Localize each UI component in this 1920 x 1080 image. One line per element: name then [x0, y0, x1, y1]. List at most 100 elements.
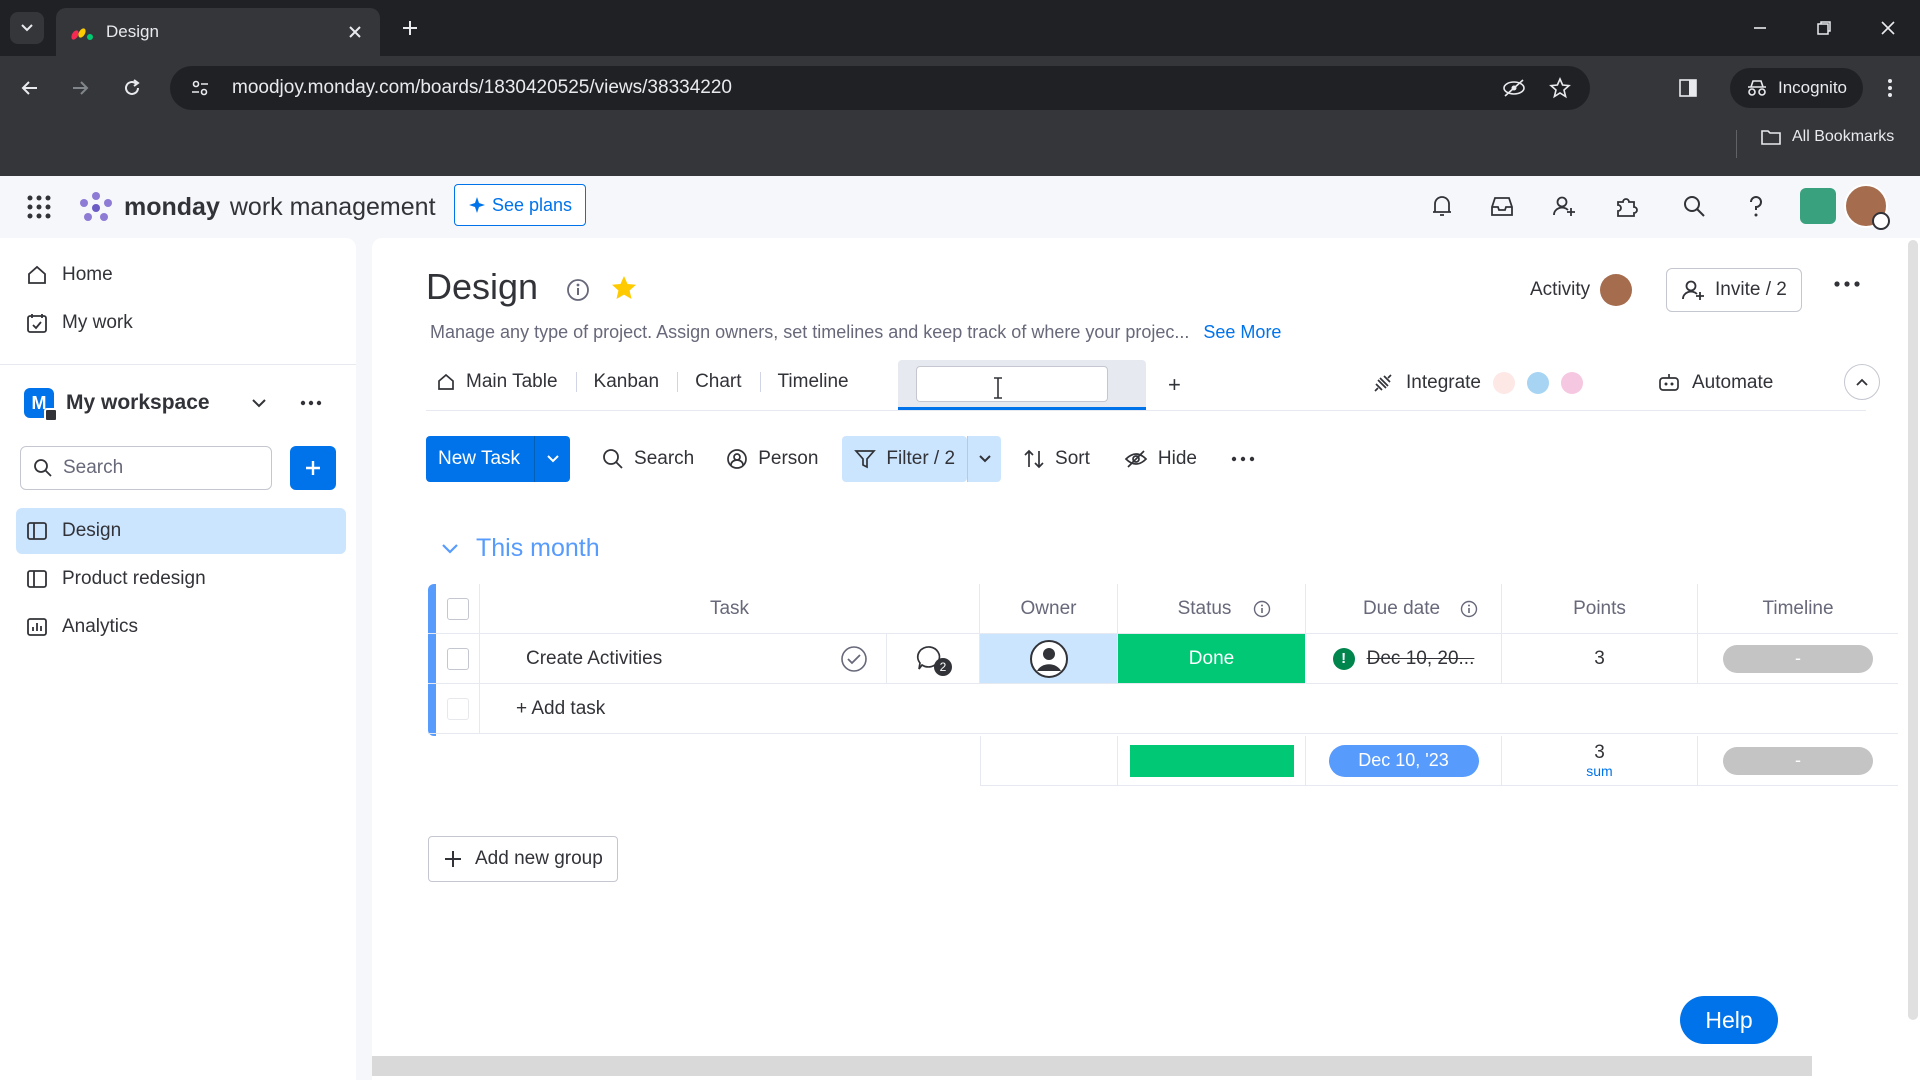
hide-button[interactable]: Hide: [1112, 436, 1209, 482]
chevron-down-icon[interactable]: [250, 394, 268, 412]
all-bookmarks-button[interactable]: All Bookmarks: [1760, 128, 1894, 146]
vertical-scrollbar[interactable]: [1908, 240, 1918, 1020]
more-actions-button[interactable]: [1219, 436, 1267, 482]
summary-timeline-cell[interactable]: -: [1698, 736, 1898, 786]
browser-tab[interactable]: Design: [56, 8, 380, 56]
info-icon[interactable]: [566, 278, 590, 302]
group-header[interactable]: This month: [440, 534, 600, 563]
sidebar-item-my-work[interactable]: My work: [16, 300, 346, 346]
column-header-task[interactable]: Task: [480, 584, 980, 634]
forward-button[interactable]: [62, 70, 98, 106]
minimize-button[interactable]: [1740, 10, 1780, 46]
reload-button[interactable]: [114, 70, 150, 106]
status-cell[interactable]: Done: [1118, 634, 1306, 684]
favorite-star-icon[interactable]: [610, 274, 638, 302]
filter-dropdown[interactable]: [967, 436, 1002, 482]
table-row[interactable]: Create Activities 2 Done ! Dec 10, 20...…: [428, 634, 1898, 684]
info-icon[interactable]: [1460, 600, 1478, 618]
restore-button[interactable]: [1804, 10, 1844, 46]
collapse-header-button[interactable]: [1844, 364, 1880, 400]
new-task-button[interactable]: New Task: [426, 436, 571, 482]
site-settings-icon[interactable]: [190, 78, 210, 98]
apps-marketplace-icon[interactable]: [1608, 188, 1644, 224]
info-icon[interactable]: [1253, 600, 1271, 618]
row-checkbox[interactable]: [446, 647, 469, 670]
close-window-button[interactable]: [1868, 10, 1908, 46]
automate-button[interactable]: Automate: [1658, 372, 1773, 394]
side-panel-icon[interactable]: [1672, 72, 1704, 104]
tab-timeline[interactable]: Timeline: [759, 360, 867, 404]
add-new-group-button[interactable]: Add new group: [428, 836, 618, 882]
add-task-cell[interactable]: + Add task: [480, 684, 1898, 734]
new-view-tab[interactable]: [898, 360, 1146, 410]
help-question-icon[interactable]: [1738, 188, 1774, 224]
filter-button[interactable]: Filter / 2: [842, 436, 968, 482]
new-tab-button[interactable]: [396, 14, 424, 42]
sidebar-item-analytics[interactable]: Analytics: [16, 604, 346, 650]
integrate-button[interactable]: Integrate: [1372, 372, 1583, 394]
user-avatar[interactable]: [1844, 184, 1890, 230]
invite-members-icon[interactable]: [1546, 188, 1582, 224]
help-button[interactable]: Help: [1680, 996, 1778, 1044]
summary-due-date-cell[interactable]: Dec 10, '23: [1306, 736, 1502, 786]
horizontal-scrollbar[interactable]: [372, 1056, 1812, 1076]
check-circle-icon[interactable]: [840, 645, 868, 673]
more-horizontal-icon[interactable]: [300, 394, 322, 412]
address-bar[interactable]: moodjoy.monday.com/boards/1830420525/vie…: [170, 66, 1590, 110]
notifications-bell-icon[interactable]: [1424, 188, 1460, 224]
new-task-dropdown[interactable]: [534, 436, 570, 482]
inbox-icon[interactable]: [1484, 188, 1520, 224]
add-task-input[interactable]: + Add task: [516, 698, 605, 720]
monday-logo[interactable]: monday work management: [78, 191, 436, 223]
workspace-selector[interactable]: M My workspace: [24, 388, 210, 422]
person-label: Person: [758, 448, 819, 469]
invite-button[interactable]: Invite / 2: [1666, 268, 1802, 312]
browser-menu-icon[interactable]: [1874, 72, 1906, 104]
column-header-due-date[interactable]: Due date: [1306, 584, 1502, 634]
search-icon[interactable]: [1676, 188, 1712, 224]
sidebar-search-input[interactable]: Search: [20, 446, 272, 490]
tab-kanban[interactable]: Kanban: [575, 360, 678, 404]
add-view-button[interactable]: +: [1168, 372, 1181, 398]
see-more-link[interactable]: See More: [1203, 322, 1281, 342]
activity-button[interactable]: Activity: [1530, 274, 1633, 306]
task-name[interactable]: Create Activities: [526, 648, 662, 670]
select-all-checkbox[interactable]: [446, 597, 469, 620]
summary-points-cell[interactable]: 3 sum: [1502, 736, 1698, 786]
column-header-timeline[interactable]: Timeline: [1698, 584, 1898, 634]
column-header-status[interactable]: Status: [1118, 584, 1306, 634]
sort-button[interactable]: Sort: [1011, 436, 1102, 482]
timeline-cell[interactable]: -: [1698, 634, 1898, 684]
incognito-indicator[interactable]: Incognito: [1730, 68, 1863, 108]
task-name-cell[interactable]: Create Activities: [480, 634, 886, 684]
apps-grid-icon[interactable]: [26, 194, 52, 220]
column-header-owner[interactable]: Owner: [980, 584, 1118, 634]
owner-cell[interactable]: [980, 634, 1118, 684]
person-filter-button[interactable]: Person: [714, 436, 830, 482]
tab-search-button[interactable]: [10, 12, 44, 44]
summary-status-cell[interactable]: [1118, 736, 1306, 786]
sidebar-item-design[interactable]: Design: [16, 508, 346, 554]
tab-chart[interactable]: Chart: [677, 360, 759, 404]
points-cell[interactable]: 3: [1502, 634, 1698, 684]
updates-cell[interactable]: 2: [886, 634, 980, 684]
more-horizontal-icon[interactable]: [1834, 274, 1860, 294]
close-tab-icon[interactable]: [344, 21, 366, 43]
back-button[interactable]: [12, 70, 48, 106]
group-title[interactable]: This month: [476, 534, 600, 563]
board-title[interactable]: Design: [426, 266, 538, 308]
column-header-points[interactable]: Points: [1502, 584, 1698, 634]
search-button[interactable]: Search: [590, 436, 706, 482]
due-date-cell[interactable]: ! Dec 10, 20...: [1306, 634, 1502, 684]
bookmark-star-icon[interactable]: [1546, 74, 1574, 102]
tracking-protection-icon[interactable]: [1500, 74, 1528, 102]
sidebar-item-product-redesign[interactable]: Product redesign: [16, 556, 346, 602]
workspace-switcher-icon[interactable]: [1800, 188, 1836, 224]
add-board-button[interactable]: [290, 446, 336, 490]
updates-button[interactable]: 2: [916, 644, 952, 676]
view-name-input[interactable]: [916, 366, 1108, 402]
chevron-down-icon[interactable]: [440, 542, 460, 556]
see-plans-button[interactable]: See plans: [454, 184, 587, 226]
sidebar-item-home[interactable]: Home: [16, 252, 346, 298]
tab-main-table[interactable]: Main Table: [426, 360, 576, 404]
